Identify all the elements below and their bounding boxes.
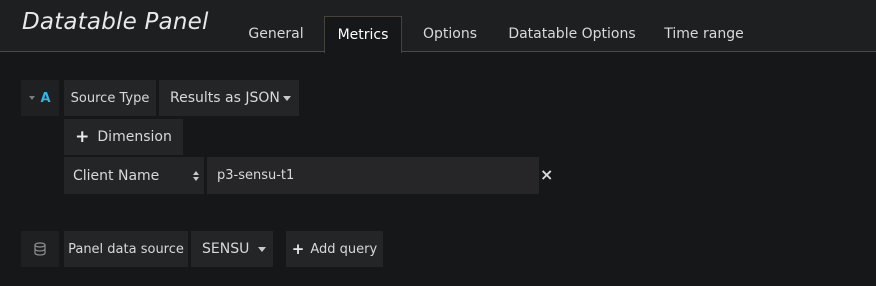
remove-dimension-icon[interactable]: × xyxy=(540,167,553,183)
panel-data-source-label: Panel data source xyxy=(64,231,188,267)
add-query-label: Add query xyxy=(310,241,378,257)
query-ref-id: A xyxy=(40,90,51,106)
tab-metrics-label: Metrics xyxy=(337,27,389,43)
database-icon-box xyxy=(21,231,59,267)
tab-time-range-label: Time range xyxy=(664,26,744,42)
tab-options[interactable]: Options xyxy=(408,16,492,52)
plus-icon: + xyxy=(291,240,305,258)
add-query-button[interactable]: + Add query xyxy=(286,231,383,267)
tab-general-label: General xyxy=(248,26,304,42)
plus-icon: + xyxy=(75,127,90,147)
source-type-value: Results as JSON xyxy=(170,90,280,106)
dimension-value-input[interactable]: p3-sensu-t1 xyxy=(207,157,539,194)
select-arrows-icon xyxy=(193,170,199,181)
tab-datatable-options-label: Datatable Options xyxy=(508,26,636,42)
dimension-key-select[interactable]: Client Name xyxy=(64,157,204,194)
panel-data-source-label-text: Panel data source xyxy=(68,241,184,257)
dimension-key-value: Client Name xyxy=(73,167,160,184)
collapse-caret-icon xyxy=(29,96,36,100)
source-type-label-text: Source Type xyxy=(70,90,150,106)
database-icon xyxy=(34,242,46,256)
tab-datatable-options[interactable]: Datatable Options xyxy=(498,16,646,52)
add-dimension-label: Dimension xyxy=(97,129,172,145)
chevron-down-icon xyxy=(258,246,267,252)
chevron-down-icon xyxy=(283,95,291,101)
source-type-select[interactable]: Results as JSON xyxy=(159,80,299,116)
datasource-value: SENSU xyxy=(202,241,250,257)
datasource-select[interactable]: SENSU xyxy=(191,231,273,267)
tab-time-range[interactable]: Time range xyxy=(652,16,756,52)
tab-metrics[interactable]: Metrics xyxy=(324,16,402,53)
source-type-label: Source Type xyxy=(64,80,156,116)
tab-general[interactable]: General xyxy=(234,16,318,52)
panel-header: Datatable Panel General Metrics Options … xyxy=(0,0,876,53)
panel-title: Datatable Panel xyxy=(22,9,209,35)
add-dimension-button[interactable]: + Dimension xyxy=(64,119,183,155)
tab-options-label: Options xyxy=(422,26,478,42)
dimension-value-text: p3-sensu-t1 xyxy=(217,168,295,183)
query-collapse-toggle[interactable]: A xyxy=(21,80,59,116)
